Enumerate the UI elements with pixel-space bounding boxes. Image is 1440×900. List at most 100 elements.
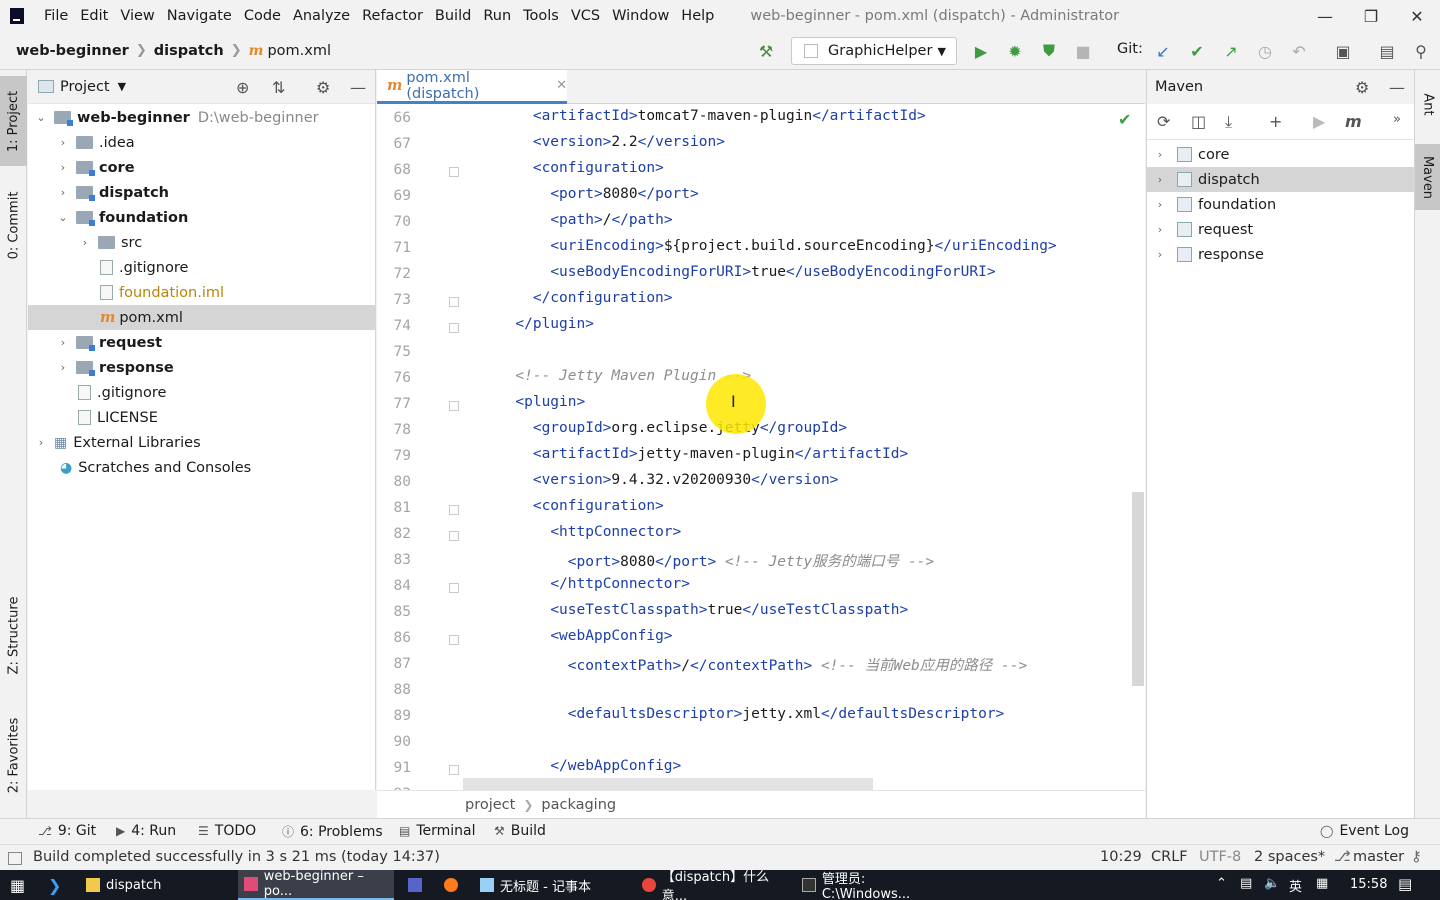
taskbar-item-intellij[interactable]: web-beginner – po... bbox=[238, 869, 394, 900]
crumb-file[interactable]: pom.xml bbox=[267, 43, 331, 59]
maven-module-foundation[interactable]: › foundation bbox=[1147, 192, 1415, 217]
chevron-right-icon[interactable]: › bbox=[56, 161, 70, 174]
breadcrumb-project[interactable]: project bbox=[465, 797, 515, 813]
indent-setting[interactable]: 2 spaces* bbox=[1254, 849, 1325, 865]
minimize-icon[interactable]: — bbox=[1302, 0, 1348, 32]
history-icon[interactable]: ◷ bbox=[1254, 40, 1276, 62]
ime-icon[interactable]: ▦ bbox=[1316, 876, 1328, 891]
crumb-project[interactable]: web-beginner bbox=[16, 43, 129, 59]
menu-vcs[interactable]: VCS bbox=[565, 0, 606, 32]
input-language[interactable]: 英 bbox=[1289, 876, 1302, 895]
start-icon[interactable]: ▦ bbox=[4, 870, 36, 900]
tree-row-response[interactable]: › response bbox=[28, 355, 376, 380]
maximize-icon[interactable]: ❐ bbox=[1348, 0, 1394, 32]
firefox-icon[interactable] bbox=[438, 870, 468, 900]
tree-row-external-libraries[interactable]: › ▦ External Libraries bbox=[28, 430, 376, 455]
chevron-down-icon[interactable]: ⌄ bbox=[56, 211, 70, 224]
taskbar-item-cmd[interactable]: 管理员: C:\Windows... bbox=[796, 870, 956, 900]
chevron-right-icon[interactable]: › bbox=[56, 336, 70, 349]
toolwindow-git[interactable]: ⎇ 9: Git bbox=[38, 823, 96, 839]
add-icon[interactable]: + bbox=[1269, 112, 1282, 131]
fold-marker-icon[interactable] bbox=[449, 531, 459, 541]
chevron-right-icon[interactable]: › bbox=[1153, 198, 1167, 211]
gear-icon[interactable]: ⚙ bbox=[316, 78, 330, 97]
tree-row-pom-xml[interactable]: m pom.xml bbox=[28, 305, 376, 330]
download-icon[interactable]: ⤓ bbox=[1225, 112, 1232, 132]
hide-panel-icon[interactable]: — bbox=[350, 78, 366, 97]
fold-marker-icon[interactable] bbox=[449, 323, 459, 333]
hammer-build-icon[interactable]: ⚒ bbox=[755, 40, 777, 62]
reload-icon[interactable]: ⟳ bbox=[1157, 112, 1170, 131]
lock-icon[interactable]: ⚷ bbox=[1411, 849, 1422, 865]
network-icon[interactable]: ▤ bbox=[1240, 876, 1252, 891]
notification-icon[interactable]: ▤ bbox=[1398, 875, 1412, 893]
code-editor[interactable]: <artifactId>tomcat7-maven-plugin</artifa… bbox=[463, 104, 1145, 790]
tree-row-core[interactable]: › core bbox=[28, 155, 376, 180]
collapse-all-icon[interactable]: ⇅ bbox=[272, 78, 285, 97]
taskbar-app-icon[interactable] bbox=[402, 870, 432, 900]
caret-down-icon[interactable]: ▼ bbox=[118, 80, 126, 93]
menu-view[interactable]: View bbox=[114, 0, 160, 32]
toolwindow-terminal[interactable]: ▤ Terminal bbox=[399, 823, 476, 839]
toolwindow-build[interactable]: ⚒ Build bbox=[494, 823, 546, 839]
git-update-icon[interactable]: ↙ bbox=[1152, 40, 1174, 62]
file-encoding[interactable]: UTF-8 bbox=[1199, 849, 1241, 865]
tree-row-foundation[interactable]: ⌄ foundation bbox=[28, 205, 376, 230]
maven-module-core[interactable]: › core bbox=[1147, 142, 1415, 167]
project-panel-title[interactable]: Project bbox=[60, 79, 110, 95]
maven-module-response[interactable]: › response bbox=[1147, 242, 1415, 267]
search-icon[interactable]: ⚲ bbox=[1410, 40, 1432, 62]
fold-marker-icon[interactable] bbox=[449, 765, 459, 775]
menu-file[interactable]: File bbox=[38, 0, 74, 32]
taskbar-item-dispatch[interactable]: dispatch bbox=[80, 870, 230, 900]
tree-row-scratches[interactable]: ◕ Scratches and Consoles bbox=[28, 455, 376, 480]
maven-module-request[interactable]: › request bbox=[1147, 217, 1415, 242]
tree-row-src[interactable]: › src bbox=[28, 230, 376, 255]
rollback-icon[interactable]: ↶ bbox=[1288, 40, 1310, 62]
volume-icon[interactable]: 🔈 bbox=[1264, 876, 1280, 891]
tab-commit[interactable]: 0: Commit bbox=[0, 180, 27, 270]
chevron-right-icon[interactable]: › bbox=[56, 186, 70, 199]
maven-goal-icon[interactable]: m bbox=[1345, 112, 1362, 131]
tree-row-license[interactable]: LICENSE bbox=[28, 405, 376, 430]
run-config-select[interactable]: GraphicHelper ▼ bbox=[791, 37, 957, 65]
breadcrumb-packaging[interactable]: packaging bbox=[541, 797, 616, 813]
coverage-icon[interactable]: ⛊ bbox=[1038, 40, 1060, 62]
toolwindow-event-log[interactable]: ◯ Event Log bbox=[1320, 823, 1409, 839]
horizontal-scrollbar[interactable] bbox=[463, 778, 873, 790]
fold-marker-icon[interactable] bbox=[449, 167, 459, 177]
git-branch[interactable]: master bbox=[1353, 849, 1404, 865]
fold-marker-icon[interactable] bbox=[449, 635, 459, 645]
terminal-window-icon[interactable]: ▤ bbox=[1376, 40, 1398, 62]
tab-favorites[interactable]: 2: Favorites bbox=[0, 705, 27, 805]
tree-row-dispatch[interactable]: › dispatch bbox=[28, 180, 376, 205]
tab-project[interactable]: 1: Project bbox=[0, 76, 27, 166]
chevron-right-icon[interactable]: › bbox=[34, 436, 48, 449]
chevron-right-icon[interactable]: › bbox=[56, 136, 70, 149]
menu-build[interactable]: Build bbox=[429, 0, 477, 32]
vertical-scrollbar[interactable] bbox=[1132, 492, 1144, 686]
editor-tab-pom[interactable]: m pom.xml (dispatch) ✕ bbox=[377, 70, 567, 104]
taskbar-item-notepad[interactable]: 无标题 - 记事本 bbox=[474, 870, 634, 900]
tree-row-idea[interactable]: › .idea bbox=[28, 130, 376, 155]
menu-run[interactable]: Run bbox=[477, 0, 517, 32]
toolwindow-todo[interactable]: ☰ TODO bbox=[198, 823, 256, 839]
tree-row-request[interactable]: › request bbox=[28, 330, 376, 355]
vscode-icon[interactable]: ❯ bbox=[42, 870, 76, 900]
locate-icon[interactable]: ⊕ bbox=[236, 78, 249, 97]
status-message[interactable]: Build completed successfully in 3 s 21 m… bbox=[33, 849, 440, 865]
maven-module-dispatch[interactable]: › dispatch bbox=[1147, 167, 1415, 192]
tab-maven[interactable]: Maven bbox=[1415, 144, 1440, 210]
menu-navigate[interactable]: Navigate bbox=[161, 0, 238, 32]
tab-structure[interactable]: Z: Structure bbox=[0, 585, 27, 685]
toolwindow-problems[interactable]: ⓘ 6: Problems bbox=[282, 823, 383, 840]
caret-position[interactable]: 10:29 bbox=[1100, 849, 1142, 865]
tree-row-root-gitignore[interactable]: .gitignore bbox=[28, 380, 376, 405]
chevron-right-icon[interactable]: › bbox=[56, 361, 70, 374]
fold-marker-icon[interactable] bbox=[449, 505, 459, 515]
menu-window[interactable]: Window bbox=[606, 0, 675, 32]
chevron-right-icon[interactable]: › bbox=[1153, 223, 1167, 236]
tree-row-gitignore[interactable]: .gitignore bbox=[28, 255, 376, 280]
run-icon[interactable]: ▶ bbox=[970, 40, 992, 62]
tree-row-web-beginner[interactable]: ⌄ web-beginner D:\web-beginner bbox=[28, 105, 376, 130]
